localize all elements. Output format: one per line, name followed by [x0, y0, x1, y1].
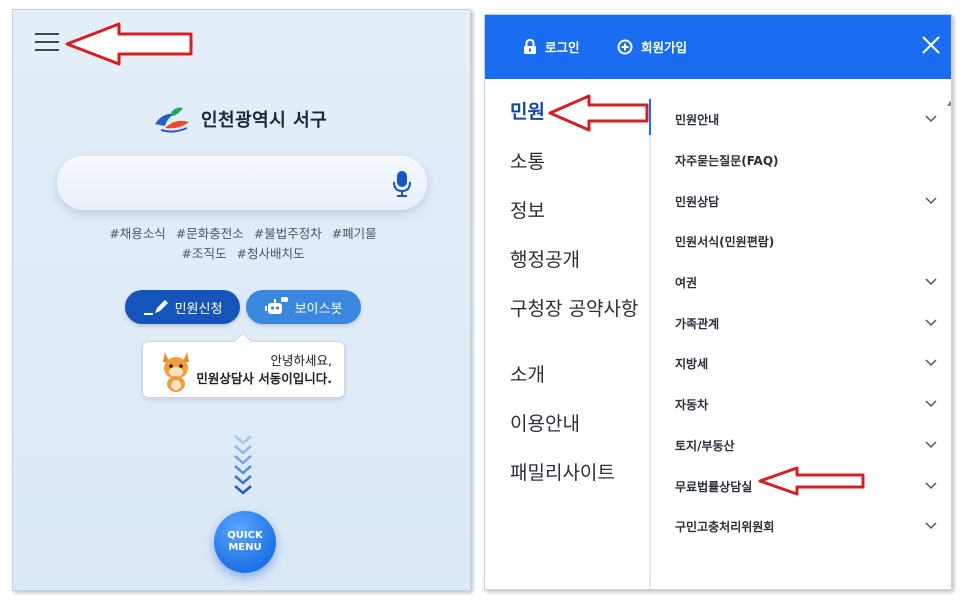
hashtag-link[interactable]: #채용소식 [109, 226, 165, 241]
signup-label: 회원가입 [641, 40, 688, 55]
submenu-item[interactable]: 지방세 [675, 351, 937, 375]
quick-menu-label-1: QUICK [227, 530, 263, 541]
category-item-public-admin[interactable]: 행정공개 [510, 249, 640, 271]
login-link[interactable]: 로그인 [523, 37, 580, 56]
chevron-down-icon [925, 197, 937, 205]
submenu-item[interactable]: 구민고충처리위원회 [675, 514, 937, 538]
submenu-item-legal-counsel[interactable]: 무료법률상담실 [675, 474, 937, 498]
category-item-family-sites[interactable]: 패밀리사이트 [510, 462, 640, 484]
category-item-intro[interactable]: 소개 [510, 364, 640, 386]
hashtag-link[interactable]: #조직도 [182, 246, 227, 261]
scroll-down-chevrons-icon [234, 435, 252, 495]
submenu-label: 지방세 [675, 356, 709, 371]
submenu-label: 구민고충처리위원회 [675, 519, 775, 534]
mascot-icon [163, 352, 189, 392]
signup-link[interactable]: 회원가입 [617, 37, 687, 56]
civil-application-label: 민원신청 [174, 301, 223, 317]
pen-icon [143, 300, 168, 315]
hashtag-link[interactable]: #청사배치도 [236, 246, 304, 261]
voicebot-label: 보이스봇 [294, 301, 343, 317]
hashtag-link[interactable]: #폐기물 [332, 226, 377, 241]
category-item-info[interactable]: 정보 [510, 200, 640, 222]
submenu-label: 가족관계 [675, 316, 720, 331]
chevron-down-icon [925, 319, 937, 327]
category-list: 민원 소통 정보 행정공개 구청장 공약사항 소개 이용안내 패밀리사이트 [485, 79, 649, 589]
submenu-label: 여권 [675, 275, 698, 290]
site-logo[interactable]: 인천광역시 서구 [153, 102, 327, 136]
logo-title: 인천광역시 서구 [201, 110, 328, 131]
civil-application-button[interactable]: 민원신청 [125, 290, 240, 324]
submenu-item[interactable]: 자주묻는질문(FAQ) [675, 148, 937, 172]
robot-icon [264, 297, 288, 314]
submenu-item[interactable]: 여권 [675, 270, 937, 294]
submenu-label: 민원서식(민원편람) [675, 234, 775, 249]
chevron-down-icon [925, 359, 937, 367]
chevron-down-icon [925, 441, 937, 449]
chevron-down-icon [925, 522, 937, 530]
submenu-item[interactable]: 민원서식(민원편람) [675, 229, 937, 253]
category-item-civil[interactable]: 민원 [510, 101, 640, 123]
annotation-arrow [65, 22, 193, 66]
mic-icon[interactable] [391, 170, 413, 198]
submenu-label: 무료법률상담실 [675, 479, 753, 494]
quick-menu-button[interactable]: QUICK MENU [214, 511, 276, 573]
submenu-label: 자동차 [675, 397, 709, 412]
submenu-item[interactable]: 자동차 [675, 392, 937, 416]
popular-hashtags: #채용소식 #문화충전소 #불법주정차 #폐기물 #조직도 #청사배치도 [73, 224, 413, 264]
submenu-item[interactable]: 민원상담 [675, 189, 937, 213]
submenu-label: 자주묻는질문(FAQ) [675, 153, 779, 168]
category-item-communication[interactable]: 소통 [510, 151, 640, 173]
search-input[interactable] [57, 156, 427, 210]
quick-menu-label-2: MENU [228, 542, 262, 553]
lock-icon [524, 38, 536, 54]
chevron-down-icon [925, 482, 937, 490]
category-item-mayor-pledges[interactable]: 구청장 공약사항 [510, 298, 640, 320]
submenu-item[interactable]: 토지/부동산 [675, 433, 937, 457]
submenu-list: 민원안내 자주묻는질문(FAQ) 민원상담 민원서식(민원편람) 여권 가족관계… [651, 79, 952, 589]
chevron-down-icon [925, 278, 937, 286]
mobile-home-screen: 인천광역시 서구 #채용소식 #문화충전소 #불법주정차 #폐기물 #조직도 #… [12, 9, 471, 591]
submenu-item[interactable]: 민원안내 [675, 107, 937, 131]
close-icon[interactable] [921, 35, 941, 55]
hashtag-link[interactable]: #문화충전소 [176, 226, 244, 241]
greeting-line-2: 민원상담사 서동이입니다. [196, 371, 332, 386]
scroll-up-icon[interactable] [947, 99, 952, 109]
login-label: 로그인 [545, 40, 580, 55]
menu-icon[interactable] [35, 32, 59, 52]
greeting-line-1: 안녕하세요, [270, 353, 332, 368]
chevron-down-icon [925, 115, 937, 123]
logo-icon [155, 107, 189, 133]
plus-circle-icon [617, 39, 633, 54]
hashtag-link[interactable]: #불법주정차 [254, 226, 322, 241]
submenu-label: 민원상담 [675, 194, 720, 209]
site-menu-drawer: 로그인 회원가입 민원 소통 정보 행정공개 구청장 공약사항 소개 이용안내 … [484, 14, 952, 590]
category-item-guide[interactable]: 이용안내 [510, 413, 640, 435]
submenu-label: 민원안내 [675, 112, 720, 127]
voicebot-button[interactable]: 보이스봇 [246, 290, 361, 324]
menu-header: 로그인 회원가입 [485, 15, 951, 79]
submenu-label: 토지/부동산 [675, 438, 735, 453]
chevron-down-icon [925, 400, 937, 408]
chatbot-greeting[interactable]: 안녕하세요, 민원상담사 서동이입니다. [142, 332, 345, 398]
submenu-item[interactable]: 가족관계 [675, 311, 937, 335]
